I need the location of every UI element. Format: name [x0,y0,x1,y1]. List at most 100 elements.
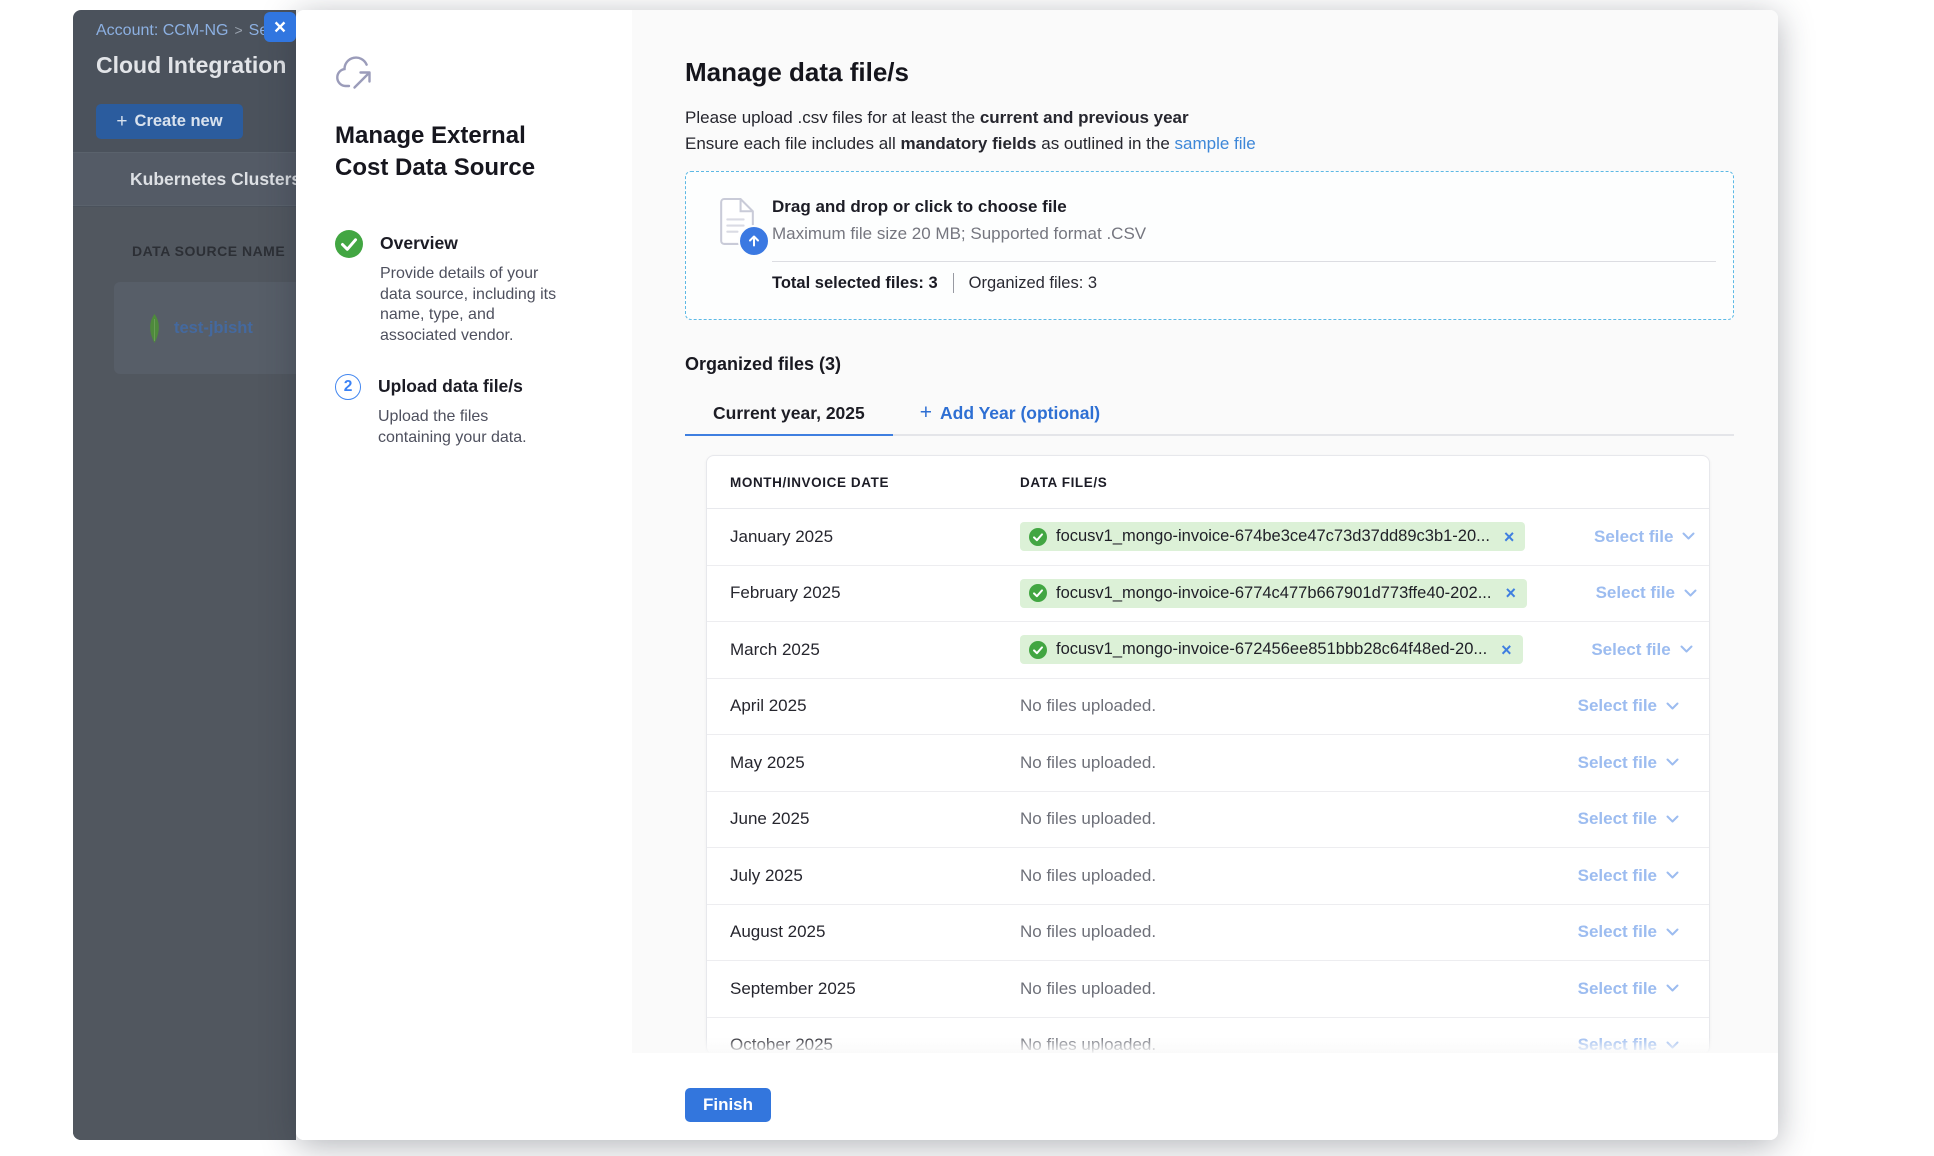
file-chip: focusv1_mongo-invoice-672456ee851bbb28c6… [1020,635,1523,664]
step-upload-data[interactable]: 2 Upload data file/s Upload the files co… [335,373,602,448]
select-file-label: Select file [1596,583,1675,603]
sample-file-link[interactable]: sample file [1175,134,1256,153]
select-file-dropdown[interactable]: Select file [1578,696,1679,716]
divider [953,273,954,293]
step-upload-description: Upload the files containing your data. [378,407,556,448]
month-label: September 2025 [730,979,1020,999]
page-title: Cloud Integration [96,52,286,79]
dropzone-stats: Total selected files: 3 Organized files:… [772,273,1097,293]
divider [772,261,1716,262]
table-row: August 2025 No files uploaded. Select fi… [707,905,1709,962]
cloud-upload-icon [335,55,381,93]
empty-text: No files uploaded. [1020,922,1156,941]
tab-current-year[interactable]: Current year, 2025 [685,393,893,436]
data-source-row[interactable]: test-jbisht [114,282,296,374]
modal-footer: Finish [296,1053,1778,1140]
step-overview-label: Overview [380,233,558,254]
select-file-label: Select file [1594,527,1673,547]
table-row: January 2025 focusv1_mongo-invoice-674be… [707,509,1709,566]
empty-text: No files uploaded. [1020,809,1156,828]
data-source-link[interactable]: test-jbisht [174,319,253,338]
select-file-dropdown[interactable]: Select file [1578,979,1679,999]
breadcrumb-account-link[interactable]: Account: CCM-NG [96,22,228,39]
breadcrumb-separator: > [234,22,242,38]
background-page: Account: CCM-NG>Set Cloud Integration + … [73,10,296,1140]
intro-line1: Please upload .csv files for at least th… [685,108,980,127]
table-row: May 2025 No files uploaded. Select file [707,735,1709,792]
file-name: focusv1_mongo-invoice-672456ee851bbb28c6… [1056,640,1487,659]
empty-text: No files uploaded. [1020,753,1156,772]
month-label: February 2025 [730,583,1020,603]
close-button[interactable]: × [264,12,296,42]
remove-file-icon[interactable]: × [1505,584,1516,602]
screen: Account: CCM-NG>Set Cloud Integration + … [0,0,1934,1156]
month-label: July 2025 [730,866,1020,886]
create-new-button[interactable]: + Create new [96,104,243,139]
empty-text: No files uploaded. [1020,979,1156,998]
mongodb-leaf-icon [147,314,162,343]
select-file-dropdown[interactable]: Select file [1578,809,1679,829]
chevron-down-icon [1666,815,1679,824]
modal-content: Manage data file/s Please upload .csv fi… [632,10,1778,1140]
tab-kubernetes-clusters[interactable]: Kubernetes Clusters [73,153,296,206]
organized-files-heading: Organized files (3) [685,354,1778,375]
check-icon [1029,641,1047,659]
table-row: September 2025 No files uploaded. Select… [707,961,1709,1018]
wizard-title: Manage External Cost Data Source [335,120,565,184]
breadcrumb: Account: CCM-NG>Set [96,22,273,40]
chevron-down-icon [1684,589,1697,598]
file-name: focusv1_mongo-invoice-674be3ce47c73d37dd… [1056,527,1490,546]
month-label: April 2025 [730,696,1020,716]
table-row: April 2025 No files uploaded. Select fil… [707,679,1709,736]
select-file-dropdown[interactable]: Select file [1578,753,1679,773]
organized-files-count: Organized files: 3 [969,274,1097,293]
select-file-dropdown[interactable]: Select file [1594,527,1695,547]
intro-line2: Ensure each file includes all [685,134,900,153]
empty-text: No files uploaded. [1020,696,1156,715]
wizard-steps: Overview Provide details of your data so… [335,230,602,448]
table-row: June 2025 No files uploaded. Select file [707,792,1709,849]
chevron-down-icon [1666,702,1679,711]
column-header-data-source-name: DATA SOURCE NAME [132,243,285,259]
create-new-label: Create new [135,112,223,131]
empty-text: No files uploaded. [1020,866,1156,885]
select-file-label: Select file [1578,696,1657,716]
select-file-dropdown[interactable]: Select file [1596,583,1697,603]
table-body: January 2025 focusv1_mongo-invoice-674be… [707,509,1709,1055]
month-label: May 2025 [730,753,1020,773]
select-file-dropdown[interactable]: Select file [1591,640,1692,660]
file-chip: focusv1_mongo-invoice-674be3ce47c73d37dd… [1020,522,1525,551]
tab-kubernetes-label: Kubernetes Clusters [130,169,296,190]
upload-arrow-icon [738,225,770,257]
chevron-down-icon [1666,928,1679,937]
remove-file-icon[interactable]: × [1501,641,1512,659]
table-row: July 2025 No files uploaded. Select file [707,848,1709,905]
step-complete-check-icon [335,230,363,258]
chevron-down-icon [1666,758,1679,767]
table-header-row: MONTH/INVOICE DATE DATA FILE/S [707,456,1709,509]
empty-text: No files uploaded. [1020,1035,1156,1054]
chevron-down-icon [1666,1041,1679,1050]
step-overview-description: Provide details of your data source, inc… [380,264,558,346]
dropzone-subtitle: Maximum file size 20 MB; Supported forma… [772,224,1146,244]
file-dropzone[interactable]: Drag and drop or click to choose file Ma… [685,171,1734,320]
manage-data-source-modal: Manage External Cost Data Source Overvie… [296,10,1778,1140]
intro-text: Please upload .csv files for at least th… [685,105,1778,157]
modal-heading: Manage data file/s [685,57,1778,87]
check-icon [1029,528,1047,546]
step-overview[interactable]: Overview Provide details of your data so… [335,230,602,346]
data-source-table: DATA SOURCE NAME test-jbisht [73,207,296,1140]
total-selected-files: Total selected files: 3 [772,274,938,293]
file-chip: focusv1_mongo-invoice-6774c477b667901d77… [1020,579,1527,608]
add-year-button[interactable]: + Add Year (optional) [916,393,1104,434]
month-label: August 2025 [730,922,1020,942]
remove-file-icon[interactable]: × [1504,528,1515,546]
plus-icon: + [116,111,127,133]
year-tabs: Current year, 2025 + Add Year (optional) [685,393,1734,436]
organized-files-table: MONTH/INVOICE DATE DATA FILE/S January 2… [706,455,1710,1055]
select-file-dropdown[interactable]: Select file [1578,922,1679,942]
month-label: June 2025 [730,809,1020,829]
select-file-label: Select file [1578,809,1657,829]
finish-button[interactable]: Finish [685,1088,771,1122]
select-file-dropdown[interactable]: Select file [1578,866,1679,886]
